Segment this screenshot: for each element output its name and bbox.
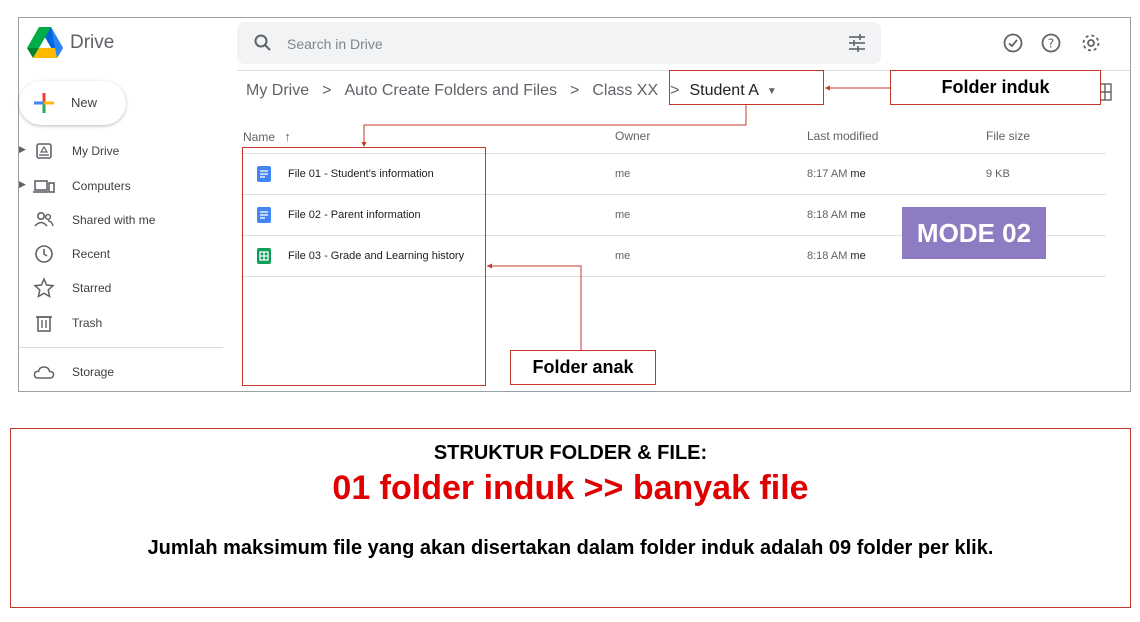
sidebar-item-computers[interactable]: ▶ Computers [19, 173, 229, 199]
sidebar-item-label: Shared with me [72, 213, 156, 227]
computers-icon [33, 180, 55, 193]
file-last-modified: 8:18 AM me [807, 209, 866, 221]
sidebar-item-storage[interactable]: Storage [19, 359, 229, 385]
sidebar-item-trash[interactable]: Trash [19, 310, 229, 336]
sidebar-item-shared-with-me[interactable]: Shared with me [19, 207, 229, 233]
sidebar-item-starred[interactable]: Starred [19, 275, 229, 301]
plus-icon [34, 93, 54, 113]
mode-badge: MODE 02 [902, 207, 1046, 259]
parent-folder-label: Folder induk [890, 70, 1101, 105]
drive-logo-icon [27, 27, 63, 58]
panel-heading: STRUKTUR FOLDER & FILE: [433, 442, 708, 464]
sidebar-item-label: Computers [72, 179, 131, 193]
breadcrumb-item-class[interactable]: Class XX [592, 82, 658, 100]
settings-gear-icon[interactable] [1079, 31, 1103, 55]
search-input[interactable]: Search in Drive [287, 36, 383, 52]
trash-icon [36, 316, 52, 332]
column-header-name[interactable]: Name ↑ [243, 129, 291, 144]
new-button-label: New [71, 95, 98, 110]
arrowhead [825, 85, 830, 91]
sidebar-item-label: Trash [72, 316, 103, 330]
new-button[interactable]: New [19, 81, 126, 125]
help-icon[interactable]: ? [1039, 31, 1063, 55]
my-drive-icon [36, 143, 52, 159]
expand-arrow-icon[interactable]: ▶ [19, 144, 26, 155]
parent-folder-highlight [669, 70, 824, 105]
modified-time: 8:17 AM [807, 168, 848, 180]
svg-text:?: ? [1048, 37, 1054, 51]
modified-by: me [850, 250, 866, 262]
sidebar-item-my-drive[interactable]: ▶ My Drive [19, 138, 229, 164]
star-icon [33, 277, 55, 299]
column-header-owner[interactable]: Owner [615, 129, 650, 143]
file-owner: me [615, 168, 631, 180]
breadcrumb-item-my-drive[interactable]: My Drive [246, 82, 309, 100]
expand-arrow-icon[interactable]: ▶ [19, 179, 26, 190]
sidebar-divider [19, 347, 223, 348]
file-owner: me [615, 209, 631, 221]
modified-by: me [850, 168, 866, 180]
child-label-connector [487, 265, 582, 350]
sidebar-item-recent[interactable]: Recent [19, 241, 229, 267]
search-bar[interactable]: Search in Drive [237, 22, 881, 64]
structure-explanation-panel: STRUKTUR FOLDER & FILE: 01 folder induk … [10, 428, 1131, 608]
sidebar-item-label: Starred [72, 281, 112, 295]
parent-to-files-connector [363, 105, 747, 145]
column-header-label: Name [243, 130, 276, 144]
modified-time: 8:18 AM [807, 209, 848, 221]
search-options-icon[interactable] [847, 33, 867, 53]
file-last-modified: 8:18 AM me [807, 250, 866, 262]
breadcrumb-separator: > [570, 82, 580, 99]
search-icon[interactable] [253, 33, 273, 53]
modified-by: me [850, 209, 866, 221]
file-size: 9 KB [986, 168, 1010, 180]
drive-screenshot: Drive Search in Drive ? New ▶ My Drive ▶… [18, 17, 1131, 392]
breadcrumb-item-auto-create[interactable]: Auto Create Folders and Files [344, 82, 557, 100]
modified-time: 8:18 AM [807, 250, 848, 262]
shared-with-me-icon [34, 211, 54, 227]
sidebar-item-label: Recent [72, 247, 111, 261]
offline-status-icon[interactable] [1001, 31, 1025, 55]
child-files-highlight [242, 147, 486, 386]
panel-title: 01 folder induk >> banyak file [332, 469, 809, 507]
breadcrumb-separator: > [322, 82, 332, 99]
file-last-modified: 8:17 AM me [807, 168, 866, 180]
column-header-last-modified[interactable]: Last modified [807, 129, 878, 143]
sort-arrow-up-icon[interactable]: ↑ [284, 129, 291, 144]
sidebar-item-label: My Drive [72, 144, 120, 158]
panel-description: Jumlah maksimum file yang akan disertaka… [147, 537, 994, 559]
cloud-icon [33, 366, 55, 379]
child-folder-label: Folder anak [510, 350, 656, 385]
app-name: Drive [70, 32, 115, 53]
clock-icon [35, 245, 53, 263]
sidebar-item-label: Storage [72, 365, 115, 379]
file-owner: me [615, 250, 631, 262]
column-header-file-size[interactable]: File size [986, 129, 1030, 143]
